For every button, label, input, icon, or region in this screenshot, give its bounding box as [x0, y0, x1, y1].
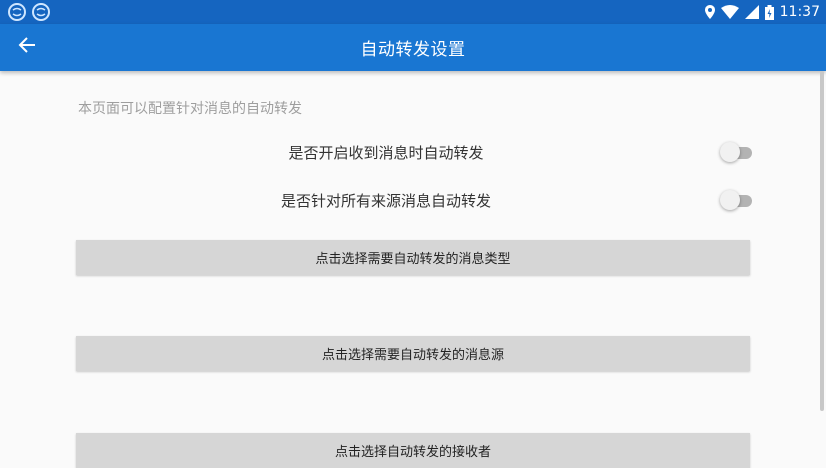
all-sources-switch[interactable] [720, 190, 754, 210]
setting-label: 是否针对所有来源消息自动转发 [280, 191, 491, 210]
notification-app-icon [32, 3, 50, 21]
notification-app-icon [8, 3, 26, 21]
switch-thumb [720, 142, 740, 162]
app-bar: 自动转发设置 [0, 24, 826, 71]
auto-forward-switch[interactable] [720, 142, 754, 162]
wifi-icon [720, 5, 739, 19]
signal-icon [744, 5, 759, 19]
switch-thumb [720, 190, 740, 210]
setting-row-all-sources: 是否针对所有来源消息自动转发 [76, 187, 756, 213]
status-time: 11:37 [779, 4, 820, 20]
settings-content: 本页面可以配置针对消息的自动转发 是否开启收到消息时自动转发 是否针对所有来源消… [0, 71, 816, 468]
status-notifications [8, 3, 50, 21]
select-recipients-button[interactable]: 点击选择自动转发的接收者 [76, 433, 750, 468]
setting-row-auto-forward: 是否开启收到消息时自动转发 [76, 139, 756, 165]
location-icon [704, 5, 715, 19]
select-message-types-button[interactable]: 点击选择需要自动转发的消息类型 [76, 240, 750, 275]
battery-icon [764, 4, 774, 20]
select-message-sources-button[interactable]: 点击选择需要自动转发的消息源 [76, 336, 750, 371]
page-title: 自动转发设置 [360, 40, 466, 60]
page-description: 本页面可以配置针对消息的自动转发 [78, 101, 302, 117]
setting-label: 是否开启收到消息时自动转发 [288, 143, 484, 162]
status-bar: 11:37 [0, 0, 826, 24]
vertical-scrollbar[interactable] [820, 71, 824, 411]
status-system-icons: 11:37 [704, 4, 820, 20]
